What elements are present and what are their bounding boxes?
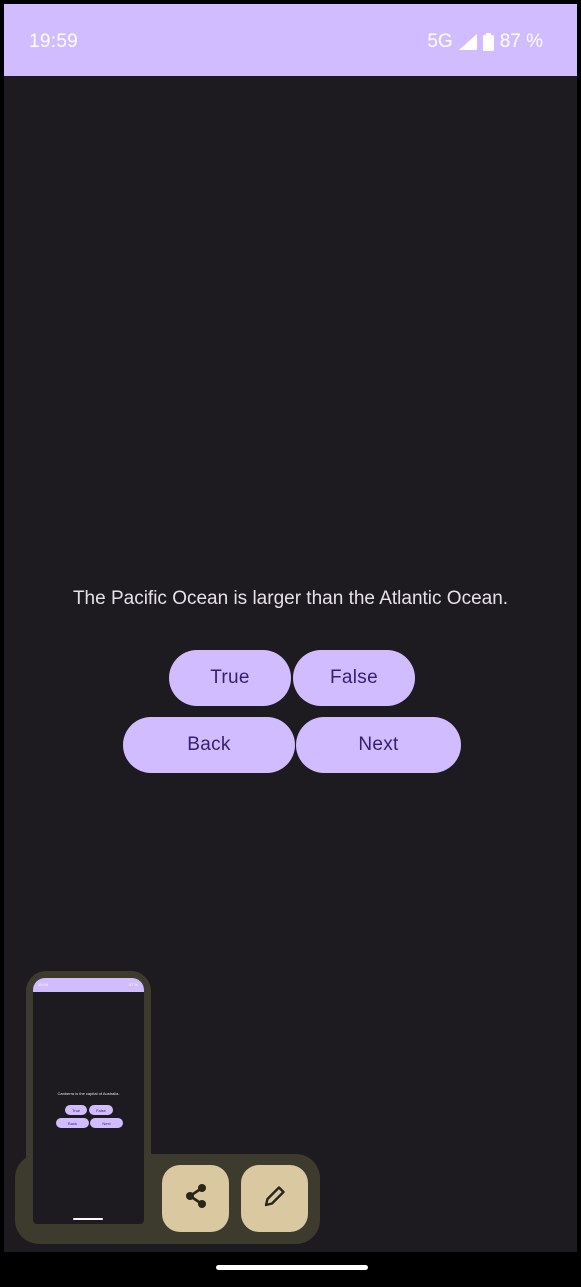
battery-icon: [482, 33, 494, 51]
question-text: The Pacific Ocean is larger than the Atl…: [72, 588, 509, 609]
thumbnail-false-button: False: [89, 1105, 113, 1115]
share-button[interactable]: [162, 1165, 229, 1232]
screenshot-thumbnail[interactable]: 19:59 87 % Canberra is the capital of Au…: [33, 978, 144, 1224]
status-bar: 19:59 5G 87 %: [4, 4, 577, 76]
navigation-bar: [4, 1252, 577, 1283]
back-button[interactable]: Back: [123, 717, 295, 773]
next-button[interactable]: Next: [296, 717, 461, 773]
thumbnail-back-button: Back: [56, 1118, 89, 1128]
status-indicators: 5G 87 %: [427, 31, 543, 53]
status-time: 19:59: [29, 31, 79, 52]
network-type: 5G: [427, 31, 453, 52]
share-icon: [181, 1181, 211, 1216]
thumbnail-status-time: 19:59: [38, 982, 49, 987]
app-screen: 19:59 5G 87 % The Pacific Ocean is large…: [4, 4, 577, 1283]
thumbnail-next-button: Next: [90, 1118, 123, 1128]
thumbnail-question: Canberra is the capital of Australia.: [57, 1091, 120, 1096]
thumbnail-true-button: True: [65, 1105, 87, 1115]
home-indicator[interactable]: [216, 1265, 368, 1270]
pencil-icon: [261, 1182, 289, 1215]
thumbnail-home-indicator: [73, 1218, 103, 1220]
thumbnail-battery: 87 %: [128, 982, 138, 987]
signal-icon: [458, 34, 477, 50]
battery-level: 87 %: [499, 31, 543, 52]
edit-button[interactable]: [241, 1165, 308, 1232]
true-button[interactable]: True: [169, 650, 291, 706]
thumbnail-status-bar: 19:59 87 %: [33, 978, 144, 992]
false-button[interactable]: False: [293, 650, 415, 706]
